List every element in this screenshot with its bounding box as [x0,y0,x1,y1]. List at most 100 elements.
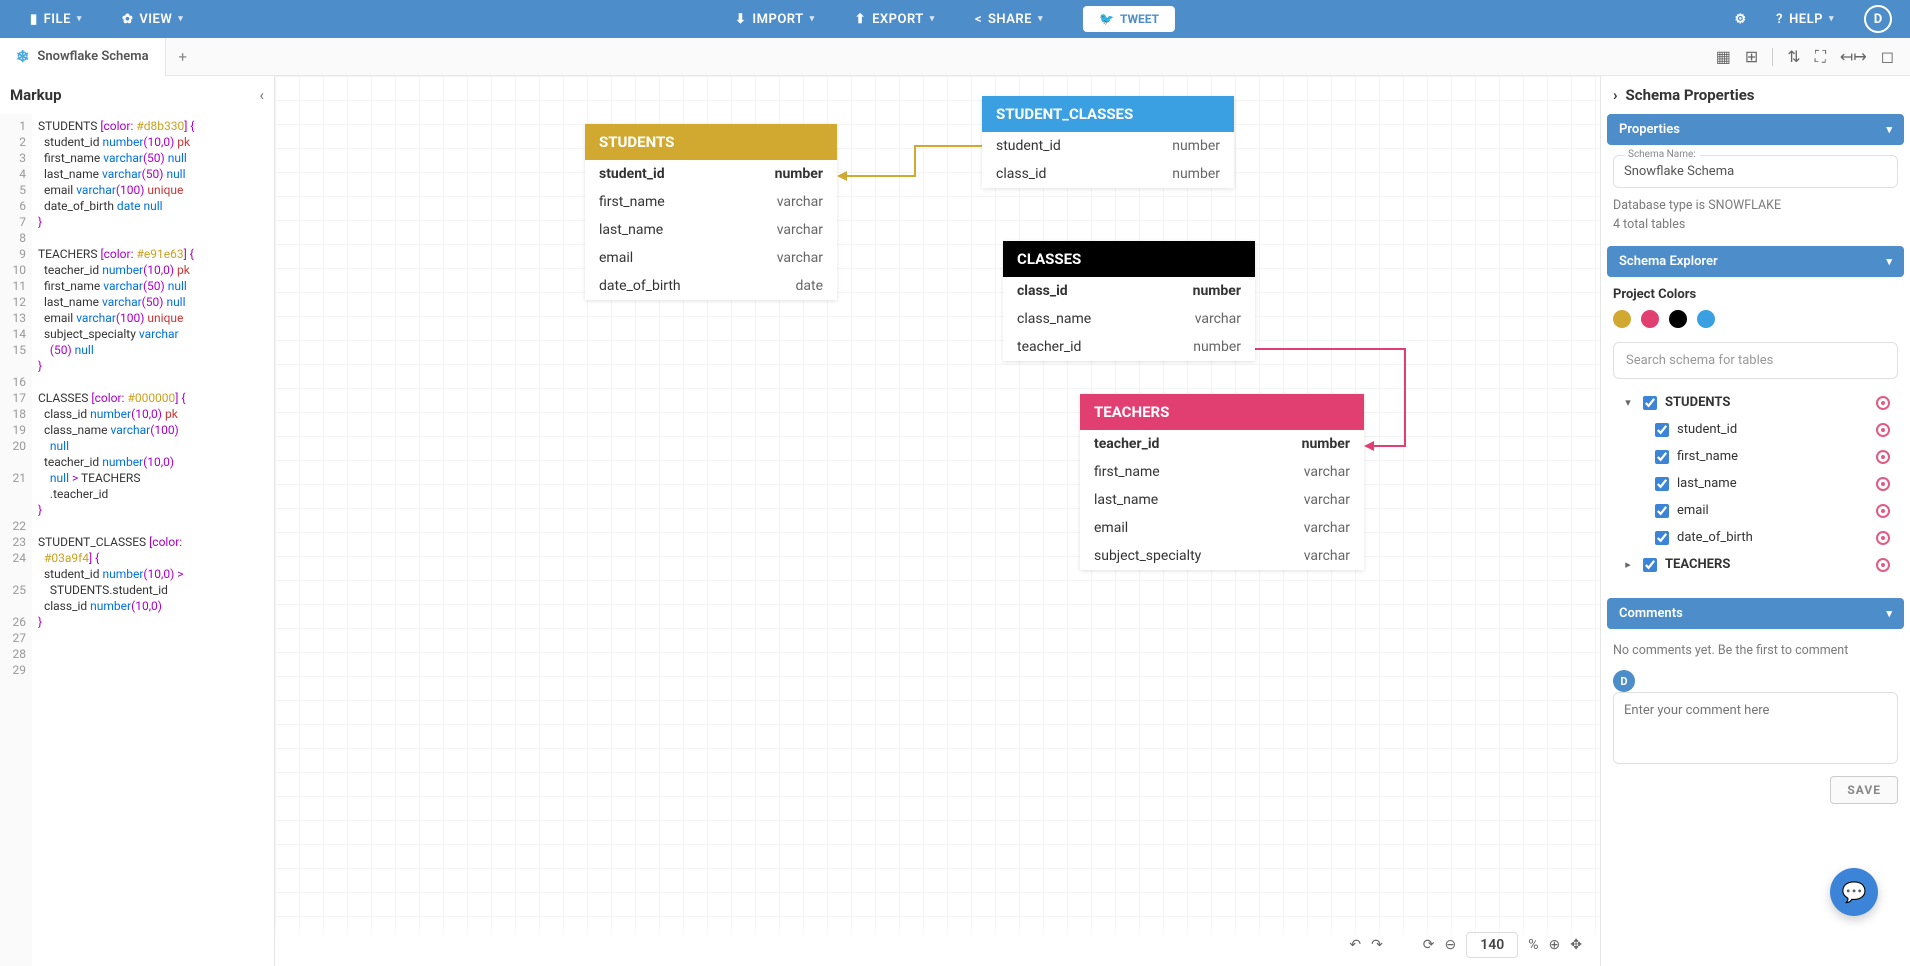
refresh-icon[interactable]: ⟳ [1423,937,1435,953]
database-type-text: Database type is SNOWFLAKE [1613,198,1898,213]
tweet-button[interactable]: 🐦 TWEET [1083,6,1175,32]
table-header[interactable]: CLASSES [1003,241,1255,277]
column-checkbox[interactable] [1655,531,1669,545]
table-header[interactable]: STUDENTS [585,124,837,160]
table-row[interactable]: student_idnumber [982,132,1234,160]
target-icon[interactable] [1876,423,1890,437]
column-checkbox[interactable] [1655,477,1669,491]
file-menu[interactable]: ▮ FILE▾ [30,12,82,27]
expand-icon[interactable]: ⛶ [1815,47,1826,67]
chevron-down-icon: ▾ [1886,607,1892,620]
table-row[interactable]: first_namevarchar [585,188,837,216]
code-body[interactable]: STUDENTS [color: #d8b330] { student_id n… [32,114,274,966]
properties-section-header[interactable]: Properties ▾ [1607,114,1904,145]
tree-column-name[interactable]: last_name [1677,476,1737,491]
tree-column-name[interactable]: student_id [1677,422,1737,437]
import-menu[interactable]: ⬇ IMPORT▾ [735,6,815,32]
markup-panel: Markup ‹ 1 2 3 4 5 6 7 8 9 10 11 12 13 1… [0,76,275,966]
table-header[interactable]: TEACHERS [1080,394,1364,430]
chevron-icon[interactable]: ▸ [1621,558,1635,571]
target-icon[interactable] [1876,477,1890,491]
add-tab-button[interactable]: + [166,48,200,66]
schema-explorer-header[interactable]: Schema Explorer ▾ [1607,246,1904,277]
table-checkbox[interactable] [1643,396,1657,410]
color-swatch[interactable] [1697,310,1715,328]
target-icon[interactable] [1876,396,1890,410]
table-classes[interactable]: CLASSESclass_idnumberclass_namevarcharte… [1003,241,1255,361]
table-header[interactable]: STUDENT_CLASSES [982,96,1234,132]
target-icon[interactable] [1876,558,1890,572]
project-colors [1613,310,1898,328]
table-row[interactable]: student_idnumber [585,160,837,188]
schema-tree: ▾ STUDENTS student_id first_name last_nameem… [1613,379,1898,588]
table-row[interactable]: emailvarchar [1080,514,1364,542]
top-toolbar: ▮ FILE▾ ✿ VIEW▾ ⬇ IMPORT▾ ⬆ EXPORT▾ < SH… [0,0,1910,38]
table-row[interactable]: emailvarchar [585,244,837,272]
table-row[interactable]: teacher_idnumber [1080,430,1364,458]
pan-icon[interactable]: ✥ [1570,937,1582,953]
user-avatar[interactable]: D [1864,5,1892,33]
table-students[interactable]: STUDENTSstudent_idnumberfirst_namevarcha… [585,124,837,300]
schema-name-field[interactable]: Schema Name: Snowflake Schema [1613,155,1898,188]
chevron-icon[interactable]: ▾ [1621,396,1635,409]
comments-section-header[interactable]: Comments ▾ [1607,598,1904,629]
chat-fab[interactable]: 💬 [1830,868,1878,916]
table-teachers[interactable]: TEACHERSteacher_idnumberfirst_namevarcha… [1080,394,1364,570]
table-checkbox[interactable] [1643,558,1657,572]
table-row[interactable]: last_namevarchar [1080,486,1364,514]
fit-width-icon[interactable]: ↤↦ [1840,47,1867,66]
diagram-canvas[interactable]: ↶ ↷ ⟳ ⊖ 140 % ⊕ ✥ STUDENTSstudent_idnumb… [275,76,1600,966]
tree-column-name[interactable]: email [1677,503,1709,518]
grid-icon[interactable]: ▦ [1716,47,1731,66]
import-icon: ⬇ [735,12,746,27]
gear-icon: ✿ [122,12,133,27]
color-swatch[interactable] [1641,310,1659,328]
save-comment-button[interactable]: SAVE [1830,776,1898,804]
tab-schema[interactable]: ❄ Snowflake Schema [0,38,166,76]
redo-icon[interactable]: ↷ [1371,937,1383,953]
select-all-icon[interactable]: ◻ [1881,47,1894,66]
export-menu[interactable]: ⬆ EXPORT▾ [855,6,935,32]
code-editor[interactable]: 1 2 3 4 5 6 7 8 9 10 11 12 13 14 15 16 1… [0,114,274,966]
comment-textarea[interactable] [1613,692,1898,764]
zoom-out-icon[interactable]: ⊖ [1445,937,1457,953]
view-menu[interactable]: ✿ VIEW▾ [122,12,183,27]
table-row[interactable]: class_idnumber [1003,277,1255,305]
settings-icon[interactable]: ⚙ [1735,12,1747,27]
chevron-down-icon: ▾ [1038,14,1043,24]
collapse-left-icon[interactable]: ‹ [259,86,264,104]
help-menu[interactable]: ? HELP▾ [1776,12,1834,27]
search-tables-input[interactable]: Search schema for tables [1613,342,1898,379]
table-row[interactable]: class_idnumber [982,160,1234,188]
target-icon[interactable] [1876,450,1890,464]
column-checkbox[interactable] [1655,504,1669,518]
undo-icon[interactable]: ↶ [1349,937,1361,953]
schema-properties-header[interactable]: › Schema Properties [1601,76,1910,114]
help-icon: ? [1776,12,1783,27]
share-menu[interactable]: < SHARE▾ [975,6,1043,32]
tree-table-name[interactable]: TEACHERS [1665,557,1730,572]
table-row[interactable]: teacher_idnumber [1003,333,1255,361]
table-row[interactable]: class_namevarchar [1003,305,1255,333]
zoom-in-icon[interactable]: ⊕ [1549,937,1561,953]
table-student_classes[interactable]: STUDENT_CLASSESstudent_idnumberclass_idn… [982,96,1234,188]
column-checkbox[interactable] [1655,450,1669,464]
table-row[interactable]: subject_specialtyvarchar [1080,542,1364,570]
table-row[interactable]: date_of_birthdate [585,272,837,300]
tree-column-name[interactable]: date_of_birth [1677,530,1753,545]
table-row[interactable]: last_namevarchar [585,216,837,244]
color-swatch[interactable] [1669,310,1687,328]
no-comments-text: No comments yet. Be the first to comment [1613,643,1898,658]
tree-table-name[interactable]: STUDENTS [1665,395,1730,410]
zoom-input[interactable]: 140 [1466,932,1518,958]
column-checkbox[interactable] [1655,423,1669,437]
table-row[interactable]: first_namevarchar [1080,458,1364,486]
sort-icon[interactable]: ⇅ [1787,47,1800,66]
target-icon[interactable] [1876,531,1890,545]
target-icon[interactable] [1876,504,1890,518]
tree-column-name[interactable]: first_name [1677,449,1738,464]
schema-name-value[interactable]: Snowflake Schema [1624,164,1734,179]
zoom-percent-label: % [1528,937,1538,953]
table-add-icon[interactable]: ⊞ [1745,47,1758,66]
color-swatch[interactable] [1613,310,1631,328]
